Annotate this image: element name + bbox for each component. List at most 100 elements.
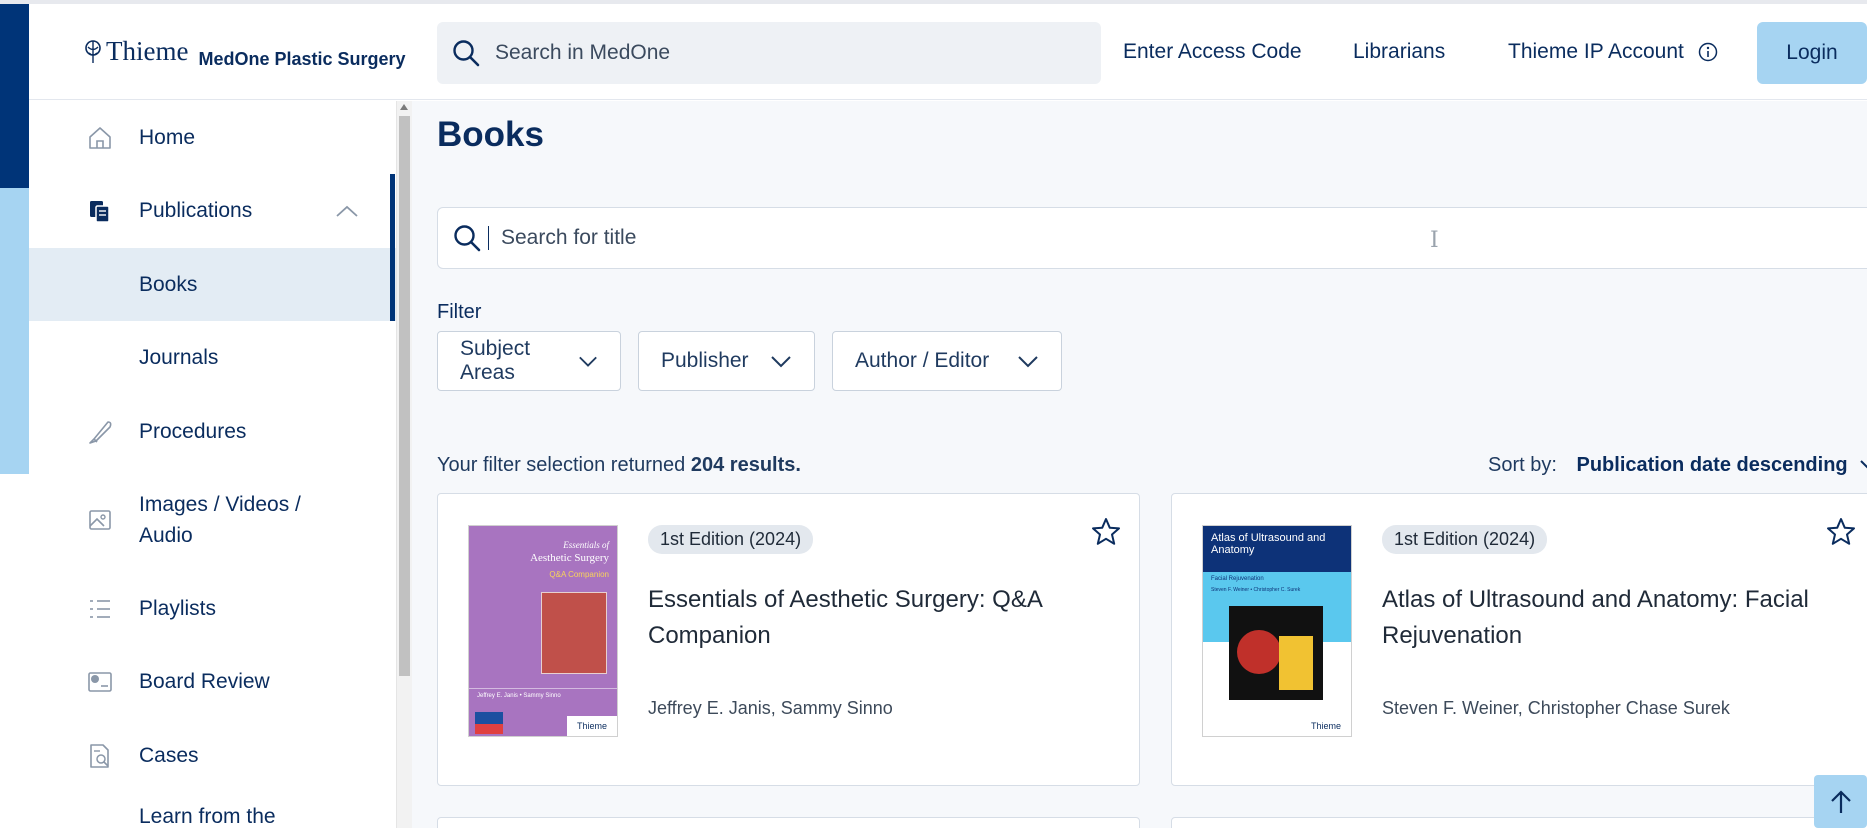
sort-control[interactable]: Sort by: Publication date descending xyxy=(1488,454,1867,477)
chevron-down-icon xyxy=(1860,460,1867,469)
book-authors: Jeffrey E. Janis, Sammy Sinno xyxy=(648,698,893,718)
list-icon xyxy=(85,594,115,624)
product-name: MedOne Plastic Surgery xyxy=(198,48,406,69)
search-icon xyxy=(453,40,480,67)
brand-name: Thieme xyxy=(106,36,189,66)
result-count: 204 results. xyxy=(690,454,801,476)
sidebar: Home Publications Books Journals Procedu… xyxy=(29,101,396,828)
cover-divider xyxy=(469,688,617,689)
thieme-emblem-icon xyxy=(85,39,101,63)
sidebar-item-learn-from-the[interactable]: Learn from the xyxy=(29,793,396,828)
thieme-ip-account-label: Thieme IP Account xyxy=(1508,40,1684,63)
sidebar-item-cases[interactable]: Cases xyxy=(29,719,396,793)
global-search-input[interactable]: Search in MedOne xyxy=(437,22,1101,84)
book-cover-image[interactable]: Essentials of Aesthetic Surgery Q&A Comp… xyxy=(468,525,618,737)
cover-authors: Jeffrey E. Janis • Sammy Sinno xyxy=(477,693,561,699)
sidebar-item-procedures[interactable]: Procedures xyxy=(29,395,396,468)
sidebar-item-label: Journals xyxy=(139,346,219,369)
sidebar-item-label-line1: Images / Videos / xyxy=(139,493,301,516)
image-icon xyxy=(85,505,115,535)
cover-subtitle: Q&A Companion xyxy=(549,570,609,579)
main-content: Books Search for title I Filter Subject … xyxy=(412,101,1867,828)
filter-subject-areas-dropdown[interactable]: Subject Areas xyxy=(437,331,621,391)
sidebar-item-label: Board Review xyxy=(139,670,270,693)
sidebar-item-playlists[interactable]: Playlists xyxy=(29,572,396,645)
sidebar-scrollbar-thumb[interactable] xyxy=(399,116,410,676)
side-strip-dark xyxy=(0,4,29,188)
enter-access-code-link[interactable]: Enter Access Code xyxy=(1123,40,1302,64)
sidebar-item-label: Images / Videos / Audio xyxy=(139,489,301,551)
book-card-next[interactable] xyxy=(1171,817,1867,828)
back-to-top-button[interactable] xyxy=(1814,775,1867,828)
book-card[interactable]: Essentials of Aesthetic Surgery Q&A Comp… xyxy=(437,493,1140,786)
scalpel-icon xyxy=(85,417,115,447)
thieme-ip-account-link[interactable]: Thieme IP Account xyxy=(1508,40,1718,64)
sidebar-item-label: Procedures xyxy=(139,419,247,443)
global-search-placeholder: Search in MedOne xyxy=(495,41,671,64)
side-strip-light xyxy=(0,188,29,474)
librarians-link[interactable]: Librarians xyxy=(1353,40,1445,64)
cover-artwork xyxy=(1229,606,1323,700)
filter-publisher-dropdown[interactable]: Publisher xyxy=(638,331,815,391)
chevron-down-icon xyxy=(579,356,597,367)
cover-title: Aesthetic Surgery xyxy=(530,552,609,564)
cases-icon xyxy=(85,741,115,771)
sidebar-item-images-videos-audio[interactable]: Images / Videos / Audio xyxy=(29,468,396,572)
filter-label: Filter xyxy=(437,301,482,323)
qa-badge xyxy=(475,724,503,734)
filter-publisher-label: Publisher xyxy=(661,349,749,372)
page-title: Books xyxy=(437,115,544,154)
chevron-down-icon xyxy=(771,356,791,368)
sidebar-item-label: Cases xyxy=(139,744,199,767)
info-icon[interactable] xyxy=(1698,42,1718,62)
book-title[interactable]: Essentials of Aesthetic Surgery: Q&A Com… xyxy=(648,582,1048,654)
favorite-star-icon[interactable] xyxy=(1825,516,1857,548)
home-icon xyxy=(85,123,115,153)
book-title[interactable]: Atlas of Ultrasound and Anatomy: Facial … xyxy=(1382,582,1822,654)
sidebar-item-home[interactable]: Home xyxy=(29,101,396,174)
sidebar-item-label: Publications xyxy=(139,199,253,222)
filter-author-editor-dropdown[interactable]: Author / Editor xyxy=(832,331,1062,391)
sidebar-item-label: Learn from the xyxy=(139,805,276,828)
board-review-icon xyxy=(85,667,115,697)
sidebar-item-label: Books xyxy=(139,272,198,296)
mouse-cursor-ibeam-icon: I xyxy=(1430,228,1439,253)
header: Thieme MedOne Plastic Surgery Search in … xyxy=(29,4,1867,100)
sidebar-item-journals[interactable]: Journals xyxy=(29,321,396,395)
sidebar-item-label: Home xyxy=(139,125,196,149)
sidebar-item-label-line2: Audio xyxy=(139,524,193,547)
result-prefix: Your filter selection returned xyxy=(437,454,691,476)
result-summary: Your filter selection returned 204 resul… xyxy=(437,454,801,477)
cover-artwork xyxy=(541,592,607,674)
scroll-up-arrow-icon[interactable] xyxy=(400,104,408,110)
book-card-next[interactable] xyxy=(437,817,1140,828)
cover-subtitle: Facial Rejuvenation xyxy=(1211,576,1264,582)
sidebar-active-indicator xyxy=(390,174,395,321)
title-search-placeholder: Search for title xyxy=(501,226,637,249)
cover-artwork-eye xyxy=(1237,630,1281,674)
filter-subject-areas-label: Subject Areas xyxy=(460,337,531,384)
sidebar-item-label: Playlists xyxy=(139,596,217,620)
thieme-logo: Thieme xyxy=(83,36,188,67)
arrow-up-icon xyxy=(1830,789,1851,813)
book-authors: Steven F. Weiner, Christopher Chase Sure… xyxy=(1382,698,1730,718)
filter-author-editor-label: Author / Editor xyxy=(855,349,990,372)
publications-icon xyxy=(85,196,115,226)
sort-label: Sort by: xyxy=(1488,454,1557,476)
logo[interactable]: Thieme MedOne Plastic Surgery xyxy=(83,36,406,70)
text-caret xyxy=(488,226,489,250)
login-button[interactable]: Login xyxy=(1757,22,1867,84)
cover-publisher: Thieme xyxy=(567,716,617,736)
cover-artwork-fat xyxy=(1279,636,1313,690)
title-search-input[interactable]: Search for title xyxy=(437,207,1867,269)
book-card[interactable]: Atlas of Ultrasound and Anatomy Facial R… xyxy=(1171,493,1867,786)
cover-title: Atlas of Ultrasound and Anatomy xyxy=(1211,532,1326,556)
sidebar-item-board-review[interactable]: Board Review xyxy=(29,645,396,719)
chevron-up-icon[interactable] xyxy=(335,204,359,218)
book-cover-image[interactable]: Atlas of Ultrasound and Anatomy Facial R… xyxy=(1202,525,1352,737)
sidebar-item-publications[interactable]: Publications xyxy=(29,174,396,248)
chevron-down-icon xyxy=(1018,356,1038,368)
search-icon xyxy=(454,225,481,252)
sidebar-item-books[interactable]: Books xyxy=(29,248,396,321)
favorite-star-icon[interactable] xyxy=(1090,516,1122,548)
